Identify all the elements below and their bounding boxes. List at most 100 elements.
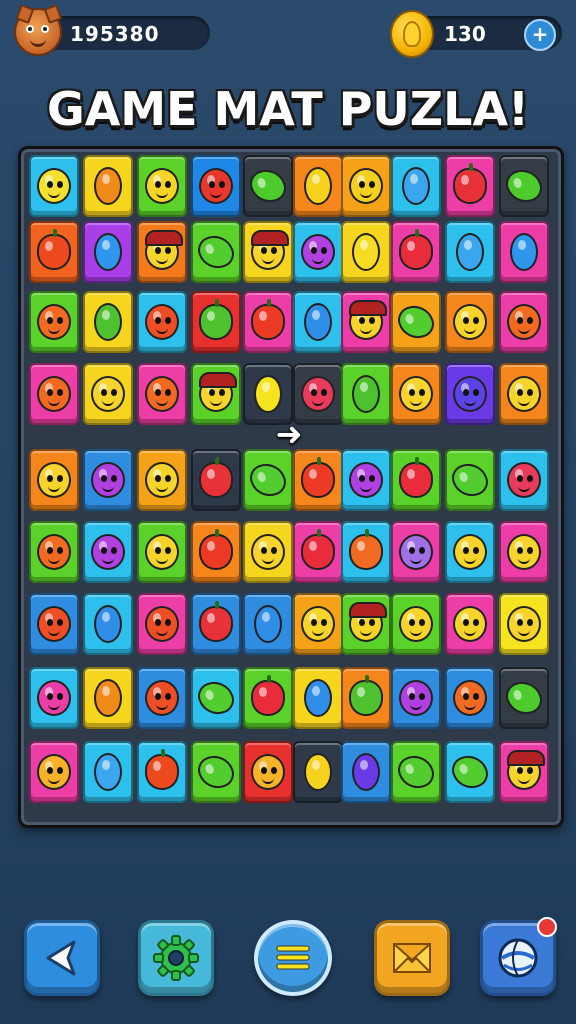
- board-tile[interactable]: [445, 363, 495, 425]
- board-tile[interactable]: [29, 221, 79, 283]
- board-tile[interactable]: [191, 363, 241, 425]
- board-tile[interactable]: [83, 155, 133, 217]
- board-tile[interactable]: [83, 593, 133, 655]
- piece-eye: [47, 693, 53, 700]
- board-tile[interactable]: [341, 221, 391, 283]
- share-button[interactable]: [24, 920, 100, 996]
- board-tile[interactable]: [445, 449, 495, 511]
- board-tile[interactable]: [137, 593, 187, 655]
- board-tile[interactable]: [341, 449, 391, 511]
- board-tile[interactable]: [191, 593, 241, 655]
- board-tile[interactable]: [29, 667, 79, 729]
- piece-eye: [57, 547, 63, 554]
- board-tile[interactable]: [83, 221, 133, 283]
- board-tile[interactable]: [83, 667, 133, 729]
- board-tile[interactable]: [191, 449, 241, 511]
- board-tile[interactable]: [499, 155, 549, 217]
- board-tile[interactable]: [445, 155, 495, 217]
- board-tile[interactable]: [293, 593, 343, 655]
- board-tile[interactable]: [445, 667, 495, 729]
- board-tile[interactable]: [191, 521, 241, 583]
- board-tile[interactable]: [191, 155, 241, 217]
- board-tile[interactable]: [137, 741, 187, 803]
- board-tile[interactable]: [137, 363, 187, 425]
- piece-eye: [165, 475, 171, 482]
- board-tile[interactable]: [391, 221, 441, 283]
- board-tile[interactable]: [137, 155, 187, 217]
- board-tile[interactable]: [499, 449, 549, 511]
- board-tile[interactable]: [341, 667, 391, 729]
- board-tile[interactable]: [243, 221, 293, 283]
- board-tile[interactable]: [499, 667, 549, 729]
- board-tile[interactable]: [499, 741, 549, 803]
- board-tile[interactable]: [341, 521, 391, 583]
- settings-button[interactable]: [138, 920, 214, 996]
- board-tile[interactable]: [499, 363, 549, 425]
- board-tile[interactable]: [293, 449, 343, 511]
- board-tile[interactable]: [391, 449, 441, 511]
- board-tile[interactable]: [137, 221, 187, 283]
- board-tile[interactable]: [293, 155, 343, 217]
- board-tile[interactable]: [83, 449, 133, 511]
- board-tile[interactable]: [445, 521, 495, 583]
- board-tile[interactable]: [29, 363, 79, 425]
- board-tile[interactable]: [499, 221, 549, 283]
- board-tile[interactable]: [341, 741, 391, 803]
- board-tile[interactable]: [29, 741, 79, 803]
- board-tile[interactable]: [293, 221, 343, 283]
- board-tile[interactable]: [83, 521, 133, 583]
- piece-eye: [527, 475, 533, 482]
- board-tile[interactable]: [499, 521, 549, 583]
- board-tile[interactable]: [191, 667, 241, 729]
- board-tile[interactable]: [391, 363, 441, 425]
- board-tile[interactable]: [137, 667, 187, 729]
- board-tile[interactable]: [341, 593, 391, 655]
- board-tile[interactable]: [243, 449, 293, 511]
- board-tile[interactable]: [243, 593, 293, 655]
- board-tile[interactable]: [341, 363, 391, 425]
- board-tile[interactable]: [445, 741, 495, 803]
- board-tile[interactable]: [137, 291, 187, 353]
- board-tile[interactable]: [499, 291, 549, 353]
- globe-button[interactable]: [480, 917, 557, 996]
- board-tile[interactable]: [391, 741, 441, 803]
- fox-avatar-icon[interactable]: [14, 4, 63, 56]
- board-tile[interactable]: [191, 741, 241, 803]
- board-tile[interactable]: [391, 155, 441, 217]
- board-tile[interactable]: [29, 593, 79, 655]
- board-tile[interactable]: [191, 291, 241, 353]
- board-tile[interactable]: [83, 741, 133, 803]
- board-tile[interactable]: [445, 221, 495, 283]
- board-tile[interactable]: [137, 521, 187, 583]
- board-tile[interactable]: [243, 521, 293, 583]
- board-tile[interactable]: [29, 449, 79, 511]
- piece-eye: [463, 619, 469, 626]
- board-tile[interactable]: [137, 449, 187, 511]
- board-tile[interactable]: [243, 155, 293, 217]
- board-tile[interactable]: [445, 593, 495, 655]
- board-tile[interactable]: [83, 363, 133, 425]
- board-tile[interactable]: [499, 593, 549, 655]
- board-tile[interactable]: [191, 221, 241, 283]
- board-tile[interactable]: [293, 521, 343, 583]
- board-tile[interactable]: [293, 741, 343, 803]
- board-tile[interactable]: [83, 291, 133, 353]
- board-tile[interactable]: [293, 667, 343, 729]
- mail-button[interactable]: [374, 920, 450, 996]
- board-tile[interactable]: [341, 155, 391, 217]
- board-tile[interactable]: [29, 521, 79, 583]
- board-tile[interactable]: [243, 291, 293, 353]
- board-tile[interactable]: [243, 667, 293, 729]
- board-tile[interactable]: [445, 291, 495, 353]
- board-tile[interactable]: [243, 741, 293, 803]
- board-tile[interactable]: [391, 593, 441, 655]
- menu-button[interactable]: [254, 920, 332, 996]
- board-tile[interactable]: [29, 155, 79, 217]
- board-tile[interactable]: [341, 291, 391, 353]
- board-tile[interactable]: [29, 291, 79, 353]
- board-tile[interactable]: [391, 291, 441, 353]
- board-tile[interactable]: [391, 667, 441, 729]
- board-tile[interactable]: [391, 521, 441, 583]
- board-tile[interactable]: [293, 291, 343, 353]
- add-coins-button[interactable]: +: [524, 19, 556, 51]
